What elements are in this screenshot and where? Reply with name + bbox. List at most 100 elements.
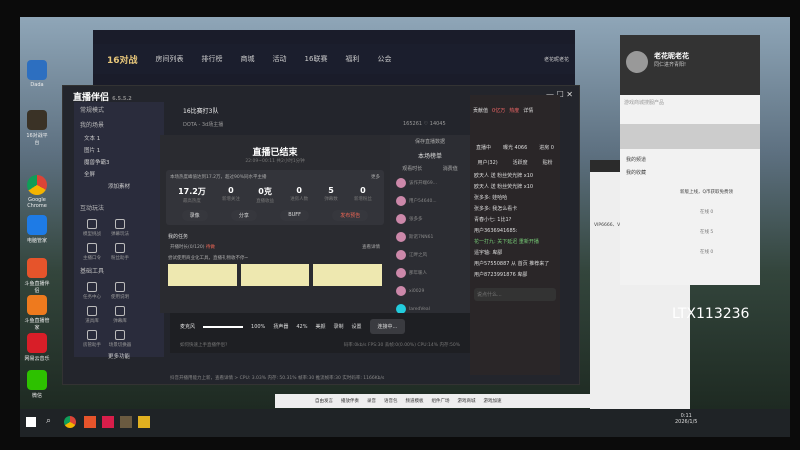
tool-item[interactable]: 任务中心 [80, 280, 104, 300]
mic-button[interactable]: 麦克风 [180, 323, 195, 330]
16-taskbar-icon[interactable] [120, 416, 132, 428]
my-channels[interactable]: 我的频道 [620, 153, 760, 166]
rank-item[interactable]: 张多多 [390, 210, 470, 228]
desktop-icon-douyu[interactable]: 斗鱼直播伴侣 [24, 258, 50, 294]
clock[interactable]: 0:11 2026/1/5 [675, 413, 697, 425]
rank-item[interactable]: 那年暖人 [390, 264, 470, 282]
douyu-taskbar-icon[interactable] [84, 416, 96, 428]
record-button[interactable]: 录像 [181, 210, 208, 221]
more-functions-button[interactable]: 更多功能 [74, 350, 164, 362]
mic-slider[interactable] [203, 325, 244, 328]
desktop-icon-wechat[interactable]: 微信 [24, 370, 50, 399]
logo: 16对战 [107, 55, 138, 66]
buff-button[interactable]: BUFF [280, 210, 310, 221]
tool-item[interactable]: 模型挑战 [80, 217, 104, 237]
tool-item[interactable]: 房管助手 [80, 328, 104, 348]
game-boost-button[interactable]: 游戏加速 [484, 398, 502, 404]
tool-item[interactable]: 道具库 [80, 304, 104, 324]
tool-item[interactable]: 场景切换器 [108, 328, 132, 348]
tab-activity[interactable]: 活跃度 [513, 159, 528, 166]
share-button[interactable]: 分享 [230, 210, 257, 221]
status-bar: 抖音开播用能力上新，查看详情 > CPU: 3.03% 内存: 50.31% 帧… [170, 376, 385, 381]
dialog-title: 直播已结束 [252, 148, 298, 158]
nav-welfare[interactable]: 福利 [345, 54, 359, 64]
widgets-button[interactable]: 组件广场 [432, 398, 450, 404]
nav-room-list[interactable]: 房间列表 [156, 54, 184, 64]
mode-select[interactable]: 常规模式 [74, 102, 164, 117]
windows-start-icon[interactable] [26, 417, 36, 427]
desktop-icon-douyu-mgr[interactable]: 斗鱼直播管家 [24, 295, 50, 331]
desktop-icon-chrome[interactable]: Google Chrome [24, 175, 50, 209]
tab-fans[interactable]: 贴粉 [543, 159, 553, 166]
tab-users[interactable]: 用户(32) [477, 159, 497, 166]
accompany-button[interactable]: 播放伴奏 [341, 398, 359, 404]
save-data-label[interactable]: 保存直播数据 [390, 135, 470, 148]
scene-item[interactable]: 文本 1 [74, 132, 164, 144]
connect-button[interactable]: 连接中... [369, 319, 406, 334]
settings-button[interactable]: 设置 [351, 323, 361, 330]
game-shop-button[interactable]: 游戏商城 [458, 398, 476, 404]
my-favorites[interactable]: 我的收藏 [620, 166, 760, 179]
yy-taskbar-icon[interactable] [138, 416, 150, 428]
rank-item[interactable]: 该作开端69... [390, 174, 470, 192]
tool-item[interactable]: 使用说明 [108, 280, 132, 300]
notice[interactable]: 新版上线，Q币获取免费领 [620, 179, 760, 195]
free-speech-button[interactable]: 自由发言 [315, 398, 333, 404]
desktop-icon-dada[interactable]: Dada [24, 60, 50, 88]
record-toggle[interactable]: 录制 [333, 323, 343, 330]
add-material-button[interactable]: 添加素材 [74, 180, 164, 192]
chrome-taskbar-icon[interactable] [64, 416, 76, 428]
tool-item[interactable]: 弹幕玩法 [108, 217, 132, 237]
stream-time: 22:09~00:11 共2小时1分钟 [245, 159, 305, 164]
tool-item[interactable]: 弹幕库 [108, 304, 132, 324]
view-detail-link[interactable]: 查看详情 [362, 244, 380, 250]
tab-watch-time[interactable]: 观看时长 [402, 165, 422, 172]
promo-banners[interactable] [160, 264, 390, 286]
nav-guild[interactable]: 公会 [377, 54, 391, 64]
search-icon[interactable]: ⌕ [46, 416, 51, 426]
publish-preview-button[interactable]: 发布预告 [332, 210, 369, 221]
nav-ranking[interactable]: 排行榜 [202, 54, 223, 64]
desktop-icon-16[interactable]: 16对战平台 [24, 110, 50, 146]
chat-message: 用户8723991876 卑鄙 [474, 272, 528, 278]
scene-item[interactable]: 全屏 [74, 168, 164, 180]
nav-activity[interactable]: 活动 [273, 54, 287, 64]
chat-message: 用户57550887 从 首页 推荐来了 [474, 261, 550, 267]
scene-panel: 常规模式 我的场景 文本 1 图片 1 魔兽争霸3 全屏 添加素材 互动玩法 模… [74, 102, 164, 360]
room-category[interactable]: DOTA - 3d场主播 [183, 121, 223, 128]
rank-item[interactable]: xi0029 [390, 282, 470, 300]
rank-item[interactable]: 江畔之风 [390, 246, 470, 264]
channel-template-button[interactable]: 频道模板 [406, 398, 424, 404]
scene-item[interactable]: 魔兽争霸3 [74, 156, 164, 168]
chat-message: 用户3636941685: [474, 228, 518, 234]
nav-shop[interactable]: 商城 [241, 54, 255, 64]
rank-item[interactable]: 斯诺7NN61 [390, 228, 470, 246]
help-link[interactable]: 如何快速上手直播伴侣? [180, 343, 227, 348]
room-title[interactable]: 16比赛打3队 [183, 106, 218, 115]
tool-item[interactable]: 主播口令 [80, 241, 104, 261]
detail-link[interactable]: 详情 [523, 107, 533, 114]
record-audio-button[interactable]: 录音 [367, 398, 376, 404]
app-taskbar-icon[interactable] [102, 416, 114, 428]
tool-item[interactable]: 粉丝助手 [108, 241, 132, 261]
avatar[interactable] [626, 51, 648, 73]
signature[interactable]: 同仁进齐青阳! [654, 61, 689, 68]
stream-ended-dialog: 直播已结束 22:09~00:11 共2小时1分钟 本场热度峰值达到17.2万，… [160, 135, 390, 313]
rank-item[interactable]: 用户54640... [390, 192, 470, 210]
tab-spend[interactable]: 消费值 [443, 165, 458, 172]
beauty-button[interactable]: 美颜 [315, 323, 325, 330]
more-link[interactable]: 更多 [371, 174, 380, 180]
basic-tools-label: 基础工具 [80, 268, 105, 275]
desktop-icon-netease[interactable]: 网易云音乐 [24, 333, 50, 362]
interactive-label: 互动玩法 [80, 205, 105, 212]
scene-item[interactable]: 图片 1 [74, 144, 164, 156]
desktop-icon-pcmgr[interactable]: 电脑管家 [24, 215, 50, 244]
chat-input[interactable]: 说点什么... [474, 288, 556, 301]
nav-league[interactable]: 16联赛 [305, 54, 328, 64]
search-input[interactable]: 游戏商城搜服产品 [620, 95, 760, 110]
perf-status: 码率:0kb/s FPS:30 丢帧:0(0.00%) CPU:14% 内存:5… [343, 343, 460, 348]
stat: 0 新增粉丝 [353, 186, 372, 202]
icon-label: Google Chrome [27, 197, 47, 209]
speaker-button[interactable]: 扬声器 [273, 323, 288, 330]
voice-pack-button[interactable]: 语音包 [384, 398, 398, 404]
